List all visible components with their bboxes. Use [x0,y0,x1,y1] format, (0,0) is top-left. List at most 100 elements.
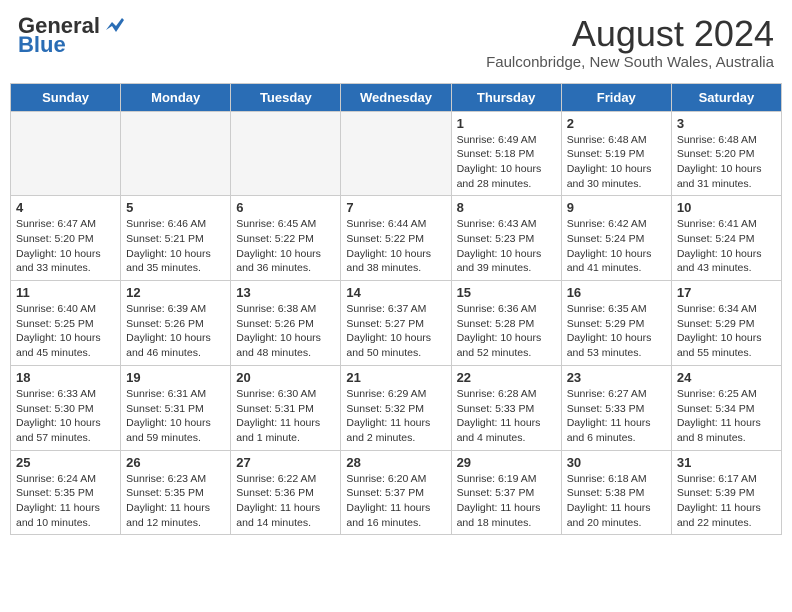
day-number: 16 [567,285,666,300]
calendar-day-26: 26Sunrise: 6:23 AM Sunset: 5:35 PM Dayli… [121,450,231,535]
calendar-day-13: 13 Sunrise: 6:38 AM Sunset: 5:26 PM Dayli… [231,281,341,366]
logo-blue-text: Blue [18,34,66,56]
calendar-day-31: 31Sunrise: 6:17 AM Sunset: 5:39 PM Dayli… [671,450,781,535]
calendar-day-7: 7 Sunrise: 6:44 AM Sunset: 5:22 PM Daylig… [341,196,451,281]
day-info: Sunrise: 6:20 AM Sunset: 5:37 PM Dayligh… [346,472,445,531]
location-subtitle: Faulconbridge, New South Wales, Australi… [486,54,774,71]
weekday-header-monday: Monday [121,83,231,111]
weekday-header-friday: Friday [561,83,671,111]
day-info: Sunrise: 6:38 AM Sunset: 5:26 PM Dayligh… [236,302,335,361]
day-info: Sunrise: 6:48 AM Sunset: 5:20 PM Dayligh… [677,133,776,192]
day-number: 7 [346,200,445,215]
calendar-day-4: 4 Sunrise: 6:47 AM Sunset: 5:20 PM Daylig… [11,196,121,281]
month-year-title: August 2024 [486,14,774,54]
calendar-week-4: 18 Sunrise: 6:33 AM Sunset: 5:30 PM Dayli… [11,365,782,450]
day-info: Sunrise: 6:27 AM Sunset: 5:33 PM Dayligh… [567,387,666,446]
day-info: Sunrise: 6:44 AM Sunset: 5:22 PM Dayligh… [346,217,445,276]
calendar-day-10: 10 Sunrise: 6:41 AM Sunset: 5:24 PM Dayli… [671,196,781,281]
day-number: 20 [236,370,335,385]
calendar-day-2: 2Sunrise: 6:48 AM Sunset: 5:19 PM Daylig… [561,111,671,196]
day-number: 25 [16,455,115,470]
day-number: 2 [567,116,666,131]
weekday-header-tuesday: Tuesday [231,83,341,111]
calendar-empty-cell [231,111,341,196]
day-info: Sunrise: 6:40 AM Sunset: 5:25 PM Dayligh… [16,302,115,361]
day-number: 21 [346,370,445,385]
calendar-day-25: 25 Sunrise: 6:24 AM Sunset: 5:35 PM Dayli… [11,450,121,535]
day-number: 26 [126,455,225,470]
title-section: August 2024 Faulconbridge, New South Wal… [486,14,774,71]
day-number: 3 [677,116,776,131]
calendar-day-6: 6 Sunrise: 6:45 AM Sunset: 5:22 PM Daylig… [231,196,341,281]
calendar-day-16: 16Sunrise: 6:35 AM Sunset: 5:29 PM Dayli… [561,281,671,366]
calendar-day-17: 17Sunrise: 6:34 AM Sunset: 5:29 PM Dayli… [671,281,781,366]
day-info: Sunrise: 6:42 AM Sunset: 5:24 PM Dayligh… [567,217,666,276]
calendar-day-22: 22 Sunrise: 6:28 AM Sunset: 5:33 PM Dayli… [451,365,561,450]
day-number: 29 [457,455,556,470]
weekday-header-thursday: Thursday [451,83,561,111]
day-info: Sunrise: 6:49 AM Sunset: 5:18 PM Dayligh… [457,133,556,192]
calendar-week-2: 4 Sunrise: 6:47 AM Sunset: 5:20 PM Daylig… [11,196,782,281]
calendar-day-18: 18 Sunrise: 6:33 AM Sunset: 5:30 PM Dayli… [11,365,121,450]
calendar-week-1: 1 Sunrise: 6:49 AM Sunset: 5:18 PM Daylig… [11,111,782,196]
calendar-day-19: 19Sunrise: 6:31 AM Sunset: 5:31 PM Dayli… [121,365,231,450]
day-info: Sunrise: 6:41 AM Sunset: 5:24 PM Dayligh… [677,217,776,276]
day-number: 11 [16,285,115,300]
day-info: Sunrise: 6:17 AM Sunset: 5:39 PM Dayligh… [677,472,776,531]
day-number: 18 [16,370,115,385]
calendar-empty-cell [341,111,451,196]
day-number: 23 [567,370,666,385]
day-number: 1 [457,116,556,131]
calendar-day-24: 24Sunrise: 6:25 AM Sunset: 5:34 PM Dayli… [671,365,781,450]
day-number: 8 [457,200,556,215]
day-info: Sunrise: 6:22 AM Sunset: 5:36 PM Dayligh… [236,472,335,531]
day-number: 9 [567,200,666,215]
day-info: Sunrise: 6:29 AM Sunset: 5:32 PM Dayligh… [346,387,445,446]
calendar-day-21: 21 Sunrise: 6:29 AM Sunset: 5:32 PM Dayli… [341,365,451,450]
day-number: 30 [567,455,666,470]
day-number: 28 [346,455,445,470]
day-info: Sunrise: 6:39 AM Sunset: 5:26 PM Dayligh… [126,302,225,361]
day-info: Sunrise: 6:24 AM Sunset: 5:35 PM Dayligh… [16,472,115,531]
weekday-header-saturday: Saturday [671,83,781,111]
day-number: 14 [346,285,445,300]
calendar-empty-cell [121,111,231,196]
day-info: Sunrise: 6:28 AM Sunset: 5:33 PM Dayligh… [457,387,556,446]
day-number: 10 [677,200,776,215]
day-info: Sunrise: 6:47 AM Sunset: 5:20 PM Dayligh… [16,217,115,276]
calendar-day-9: 9 Sunrise: 6:42 AM Sunset: 5:24 PM Daylig… [561,196,671,281]
calendar-day-27: 27Sunrise: 6:22 AM Sunset: 5:36 PM Dayli… [231,450,341,535]
calendar-week-5: 25 Sunrise: 6:24 AM Sunset: 5:35 PM Dayli… [11,450,782,535]
calendar-day-28: 28 Sunrise: 6:20 AM Sunset: 5:37 PM Dayli… [341,450,451,535]
day-number: 22 [457,370,556,385]
day-info: Sunrise: 6:33 AM Sunset: 5:30 PM Dayligh… [16,387,115,446]
page-header: General Blue August 2024 Faulconbridge, … [10,10,782,75]
day-info: Sunrise: 6:19 AM Sunset: 5:37 PM Dayligh… [457,472,556,531]
logo-bird-icon [102,14,124,36]
logo: General Blue [18,14,124,56]
calendar-week-3: 11 Sunrise: 6:40 AM Sunset: 5:25 PM Dayli… [11,281,782,366]
calendar-day-29: 29 Sunrise: 6:19 AM Sunset: 5:37 PM Dayli… [451,450,561,535]
day-number: 5 [126,200,225,215]
calendar-day-1: 1 Sunrise: 6:49 AM Sunset: 5:18 PM Daylig… [451,111,561,196]
day-number: 15 [457,285,556,300]
calendar-table: SundayMondayTuesdayWednesdayThursdayFrid… [10,83,782,536]
day-info: Sunrise: 6:45 AM Sunset: 5:22 PM Dayligh… [236,217,335,276]
day-number: 12 [126,285,225,300]
calendar-day-14: 14Sunrise: 6:37 AM Sunset: 5:27 PM Dayli… [341,281,451,366]
calendar-header-row: SundayMondayTuesdayWednesdayThursdayFrid… [11,83,782,111]
calendar-day-12: 12 Sunrise: 6:39 AM Sunset: 5:26 PM Dayli… [121,281,231,366]
day-number: 24 [677,370,776,385]
day-info: Sunrise: 6:30 AM Sunset: 5:31 PM Dayligh… [236,387,335,446]
calendar-day-5: 5Sunrise: 6:46 AM Sunset: 5:21 PM Daylig… [121,196,231,281]
weekday-header-sunday: Sunday [11,83,121,111]
day-info: Sunrise: 6:43 AM Sunset: 5:23 PM Dayligh… [457,217,556,276]
calendar-day-23: 23 Sunrise: 6:27 AM Sunset: 5:33 PM Dayli… [561,365,671,450]
day-number: 4 [16,200,115,215]
day-number: 6 [236,200,335,215]
day-number: 13 [236,285,335,300]
calendar-empty-cell [11,111,121,196]
calendar-day-3: 3 Sunrise: 6:48 AM Sunset: 5:20 PM Daylig… [671,111,781,196]
day-info: Sunrise: 6:34 AM Sunset: 5:29 PM Dayligh… [677,302,776,361]
calendar-day-20: 20 Sunrise: 6:30 AM Sunset: 5:31 PM Dayli… [231,365,341,450]
